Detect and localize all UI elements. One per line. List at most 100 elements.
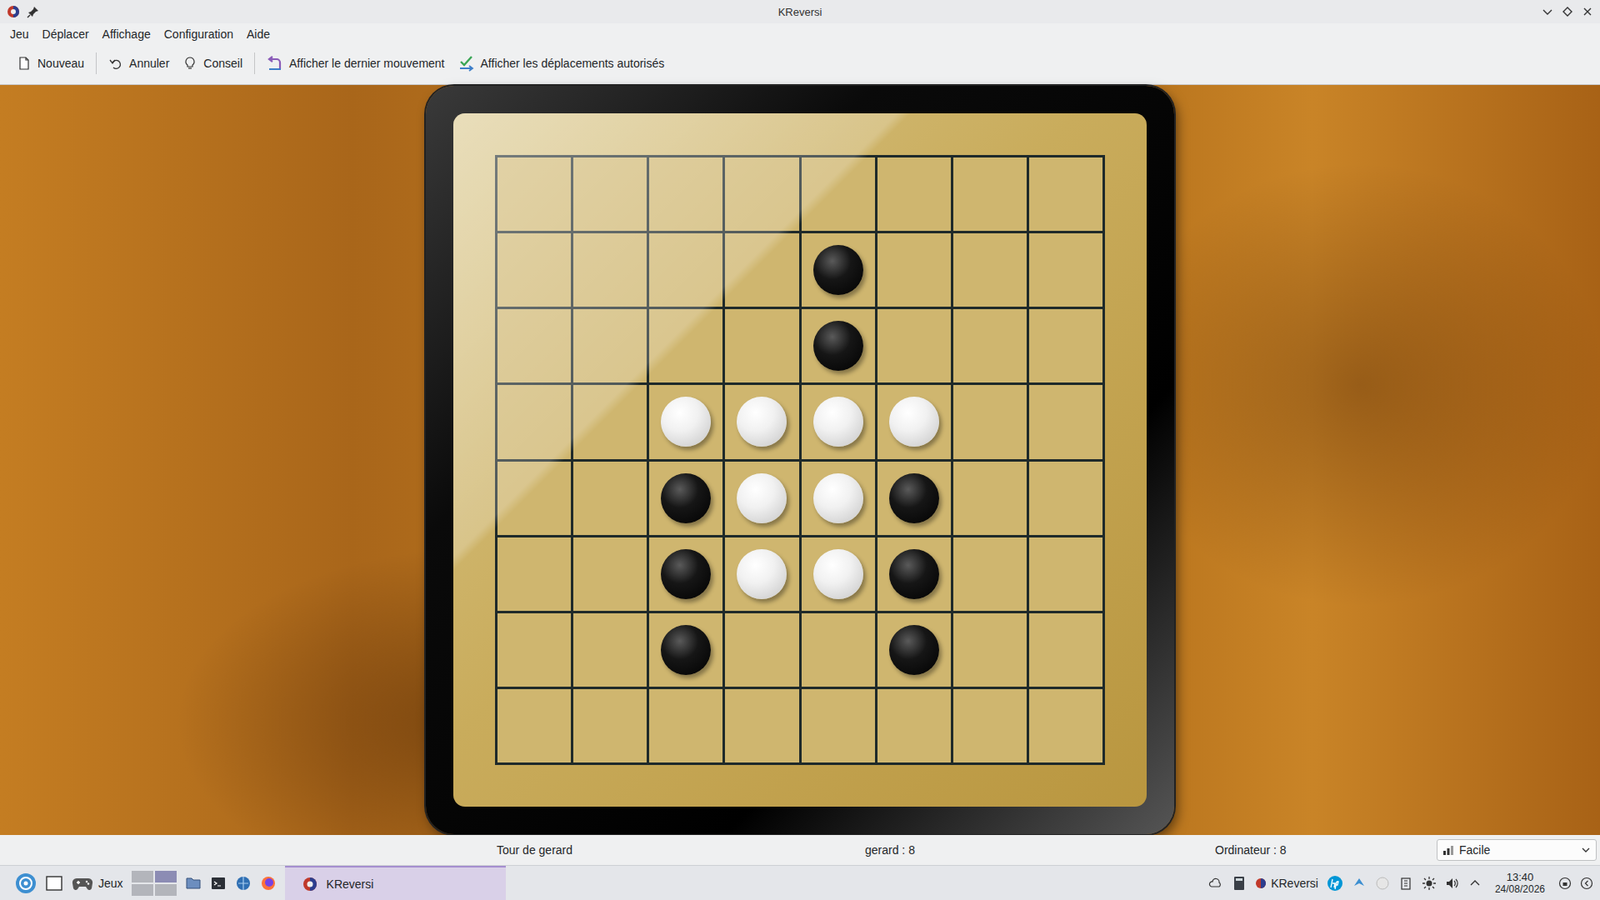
kreversi-app-icon[interactable] (6, 5, 20, 19)
board-cell[interactable] (497, 537, 571, 611)
board-cell[interactable] (953, 157, 1027, 231)
board-cell[interactable] (1029, 233, 1103, 307)
board-cell[interactable] (877, 385, 951, 459)
application-launcher-icon[interactable] (15, 872, 37, 895)
board-cell[interactable] (497, 461, 571, 535)
weather-icon[interactable] (1208, 875, 1224, 891)
pin-icon[interactable] (26, 5, 40, 19)
board-cell[interactable] (801, 613, 875, 687)
board-cell[interactable] (1029, 385, 1103, 459)
bluetooth-app-icon[interactable] (1351, 875, 1367, 891)
board-cell[interactable] (497, 157, 571, 231)
toolbar-button[interactable]: Annuler (101, 52, 176, 75)
maximize-icon[interactable] (1561, 5, 1574, 18)
board-cell[interactable] (725, 613, 799, 687)
board-cell[interactable] (953, 385, 1027, 459)
board-cell[interactable] (497, 689, 571, 763)
toolbar-button[interactable]: Nouveau (10, 52, 91, 75)
expand-tray-icon[interactable] (1468, 876, 1482, 890)
toolbar-button[interactable]: Conseil (175, 52, 250, 75)
calculator-icon[interactable] (1231, 875, 1247, 891)
board-cell[interactable] (1029, 309, 1103, 383)
menu-item[interactable]: Jeu (3, 25, 36, 43)
menu-item[interactable]: Déplacer (35, 25, 96, 43)
board-cell[interactable] (953, 689, 1027, 763)
board-cell[interactable] (649, 309, 723, 383)
hp-icon[interactable] (1326, 875, 1344, 892)
board-cell[interactable] (801, 689, 875, 763)
board-cell[interactable] (573, 309, 647, 383)
board-cell[interactable] (877, 613, 951, 687)
board-cell[interactable] (1029, 613, 1103, 687)
board-cell[interactable] (801, 309, 875, 383)
toolbar-button[interactable]: Afficher les déplacements autorisés (451, 51, 672, 75)
board-cell[interactable] (877, 233, 951, 307)
board-cell[interactable] (877, 157, 951, 231)
board-cell[interactable] (725, 385, 799, 459)
browser-icon[interactable] (235, 875, 252, 892)
menu-item[interactable]: Affichage (95, 25, 158, 43)
pager-desktop[interactable] (155, 884, 177, 896)
board-cell[interactable] (497, 233, 571, 307)
board-cell[interactable] (725, 157, 799, 231)
board-cell[interactable] (573, 157, 647, 231)
terminal-icon[interactable] (210, 875, 227, 892)
board-cell[interactable] (801, 233, 875, 307)
network-icon[interactable] (1375, 875, 1390, 891)
board-cell[interactable] (497, 613, 571, 687)
difficulty-dropdown[interactable]: Facile (1436, 839, 1597, 861)
games-menu[interactable]: Jeux (71, 872, 124, 895)
task-button[interactable]: KReversi (285, 865, 506, 900)
board-cell[interactable] (649, 461, 723, 535)
firefox-icon[interactable] (260, 875, 277, 892)
board-cell[interactable] (649, 385, 723, 459)
board-cell[interactable] (1029, 689, 1103, 763)
clipboard-icon[interactable] (1398, 875, 1414, 891)
board-cell[interactable] (801, 385, 875, 459)
board-cell[interactable] (801, 461, 875, 535)
toolbar-button[interactable]: Afficher le dernier mouvement (260, 51, 452, 75)
minimize-icon[interactable] (1541, 5, 1554, 18)
peek-desktop-icon[interactable] (1580, 876, 1594, 890)
file-manager-icon[interactable] (185, 875, 202, 892)
board-cell[interactable] (725, 461, 799, 535)
board-cell[interactable] (877, 309, 951, 383)
board-cell[interactable] (573, 613, 647, 687)
pager-desktop[interactable] (131, 870, 154, 883)
menu-item[interactable]: Aide (240, 25, 277, 43)
pager-desktop[interactable] (131, 884, 154, 896)
close-icon[interactable] (1581, 5, 1594, 18)
board-cell[interactable] (725, 233, 799, 307)
board-cell[interactable] (801, 157, 875, 231)
show-desktop-icon[interactable] (45, 874, 64, 893)
board-cell[interactable] (573, 537, 647, 611)
clock[interactable]: 13:4024/08/2026 (1490, 871, 1550, 895)
menu-item[interactable]: Configuration (157, 25, 240, 43)
board-cell[interactable] (1029, 461, 1103, 535)
board-cell[interactable] (649, 157, 723, 231)
board-cell[interactable] (953, 537, 1027, 611)
board-cell[interactable] (649, 537, 723, 611)
board-cell[interactable] (1029, 157, 1103, 231)
brightness-icon[interactable] (1421, 875, 1437, 891)
board-cell[interactable] (877, 461, 951, 535)
board-cell[interactable] (573, 461, 647, 535)
board-cell[interactable] (649, 233, 723, 307)
board-cell[interactable] (953, 613, 1027, 687)
board-cell[interactable] (801, 537, 875, 611)
board-cell[interactable] (573, 233, 647, 307)
board-cell[interactable] (725, 537, 799, 611)
board-cell[interactable] (953, 233, 1027, 307)
tray-app[interactable]: KReversi (1255, 876, 1319, 890)
board-cell[interactable] (649, 613, 723, 687)
board-cell[interactable] (877, 537, 951, 611)
board-cell[interactable] (953, 309, 1027, 383)
board-cell[interactable] (573, 385, 647, 459)
pager-desktop[interactable] (155, 870, 177, 883)
board-cell[interactable] (953, 461, 1027, 535)
volume-icon[interactable] (1445, 875, 1460, 891)
board-cell[interactable] (1029, 537, 1103, 611)
board-cell[interactable] (725, 689, 799, 763)
board-cell[interactable] (725, 309, 799, 383)
lock-icon[interactable] (1558, 876, 1572, 890)
